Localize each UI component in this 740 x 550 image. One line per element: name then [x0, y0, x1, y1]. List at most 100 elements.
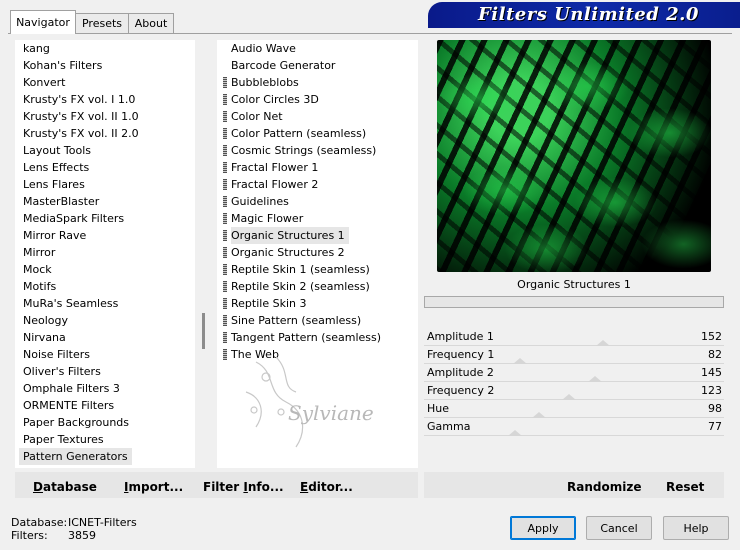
category-item[interactable]: Paper Backgrounds	[19, 414, 129, 431]
filter-item[interactable]: Bubbleblobs	[231, 74, 299, 91]
category-item[interactable]: Lens Flares	[19, 176, 85, 193]
tab-label: Presets	[81, 17, 123, 30]
category-item[interactable]: kang	[19, 40, 50, 57]
category-item[interactable]: Layout Tools	[19, 142, 91, 159]
category-item[interactable]: Krusty's FX vol. II 1.0	[19, 108, 139, 125]
category-item[interactable]: MasterBlaster	[19, 193, 99, 210]
filter-item[interactable]: Reptile Skin 1 (seamless)	[231, 261, 370, 278]
param-value: 77	[708, 420, 722, 433]
filter-info-button[interactable]: Filter Info...	[203, 478, 284, 496]
param-slider[interactable]: Amplitude 1 152	[424, 329, 724, 347]
param-label: Amplitude 1	[427, 330, 494, 343]
filter-preview-image	[437, 40, 711, 272]
category-item[interactable]: Krusty's FX vol. II 2.0	[19, 125, 139, 142]
database-button[interactable]: Database	[33, 478, 97, 496]
param-label: Frequency 1	[427, 348, 495, 361]
category-item[interactable]: Mock	[19, 261, 52, 278]
param-value: 145	[701, 366, 722, 379]
filter-item[interactable]: Magic Flower	[231, 210, 303, 227]
param-slider[interactable]: Hue 98	[424, 401, 724, 419]
filter-item[interactable]: Cosmic Strings (seamless)	[231, 142, 376, 159]
param-thumb[interactable]	[513, 358, 527, 364]
param-thumb[interactable]	[532, 412, 546, 418]
filter-item[interactable]: Barcode Generator	[231, 57, 335, 74]
category-item[interactable]: Mirror	[19, 244, 55, 261]
param-thumb[interactable]	[562, 394, 576, 400]
watermark-text: Sylviane	[288, 401, 374, 425]
category-item[interactable]: Krusty's FX vol. I 1.0	[19, 91, 135, 108]
filter-item[interactable]: Color Net	[231, 108, 283, 125]
category-scroll-thumb[interactable]	[202, 313, 205, 349]
category-item[interactable]: Mirror Rave	[19, 227, 86, 244]
database-label: Database:	[11, 516, 68, 529]
reset-button[interactable]: Reset	[666, 478, 704, 496]
tab-navigator[interactable]: Navigator	[10, 10, 76, 34]
filter-item[interactable]: Organic Structures 1	[231, 227, 349, 244]
progress-bar	[424, 296, 724, 308]
filter-item[interactable]: Fractal Flower 2	[231, 176, 318, 193]
param-slider[interactable]: Amplitude 2 145	[424, 365, 724, 383]
param-slider[interactable]: Frequency 1 82	[424, 347, 724, 365]
param-track[interactable]	[424, 363, 724, 364]
filter-item[interactable]: Guidelines	[231, 193, 289, 210]
banner-title: Filters Unlimited 2.0	[478, 4, 699, 25]
tab-strip-border	[8, 33, 732, 34]
category-item[interactable]: Omphale Filters 3	[19, 380, 120, 397]
category-item[interactable]: Nirvana	[19, 329, 66, 346]
category-item[interactable]: Motifs	[19, 278, 56, 295]
param-track[interactable]	[424, 417, 724, 418]
category-item[interactable]: MediaSpark Filters	[19, 210, 124, 227]
filter-item[interactable]: Color Pattern (seamless)	[231, 125, 366, 142]
category-item[interactable]: Lens Effects	[19, 159, 89, 176]
filter-marker-icon	[223, 298, 227, 309]
filter-marker-icon	[223, 315, 227, 326]
param-thumb[interactable]	[508, 430, 522, 436]
param-thumb[interactable]	[596, 340, 610, 346]
param-label: Frequency 2	[427, 384, 495, 397]
category-item[interactable]: MuRa's Seamless	[19, 295, 118, 312]
param-track[interactable]	[424, 435, 724, 436]
filter-item[interactable]: Sine Pattern (seamless)	[231, 312, 361, 329]
import-button[interactable]: Import...	[124, 478, 183, 496]
category-item[interactable]: ORMENTE Filters	[19, 397, 114, 414]
editor-button[interactable]: Editor...	[300, 478, 353, 496]
param-slider[interactable]: Frequency 2 123	[424, 383, 724, 401]
filter-item[interactable]: Reptile Skin 3	[231, 295, 306, 312]
param-value: 98	[708, 402, 722, 415]
apply-button[interactable]: Apply	[510, 516, 576, 540]
param-label: Amplitude 2	[427, 366, 494, 379]
category-item[interactable]: Oliver's Filters	[19, 363, 101, 380]
filter-item[interactable]: Organic Structures 2	[231, 244, 345, 261]
filters-label: Filters:	[11, 529, 48, 542]
param-value: 82	[708, 348, 722, 361]
randomize-button[interactable]: Randomize	[567, 478, 641, 496]
category-item[interactable]: Konvert	[19, 74, 65, 91]
filter-marker-icon	[223, 264, 227, 275]
category-item[interactable]: Neology	[19, 312, 68, 329]
filter-item[interactable]: Color Circles 3D	[231, 91, 319, 108]
filter-marker-icon	[223, 281, 227, 292]
filter-marker-icon	[223, 213, 227, 224]
filter-item[interactable]: Tangent Pattern (seamless)	[231, 329, 381, 346]
filter-item[interactable]: Fractal Flower 1	[231, 159, 318, 176]
filter-item[interactable]: Audio Wave	[231, 40, 296, 57]
tab-about[interactable]: About	[128, 13, 174, 34]
category-item[interactable]: Paper Textures	[19, 431, 104, 448]
category-item[interactable]: Pattern Generators	[19, 448, 132, 465]
filter-marker-icon	[223, 111, 227, 122]
tab-label: About	[134, 17, 168, 30]
param-slider[interactable]: Gamma 77	[424, 419, 724, 437]
param-track[interactable]	[424, 345, 724, 346]
help-button[interactable]: Help	[663, 516, 729, 540]
param-thumb[interactable]	[588, 376, 602, 382]
filter-marker-icon	[223, 145, 227, 156]
category-item[interactable]: Noise Filters	[19, 346, 90, 363]
category-item[interactable]: Kohan's Filters	[19, 57, 102, 74]
filter-item[interactable]: Reptile Skin 2 (seamless)	[231, 278, 370, 295]
tab-presets[interactable]: Presets	[74, 13, 130, 34]
filter-marker-icon	[223, 179, 227, 190]
cancel-button[interactable]: Cancel	[586, 516, 652, 540]
param-track[interactable]	[424, 381, 724, 382]
category-scrollbar[interactable]	[196, 40, 210, 468]
filter-marker-icon	[223, 196, 227, 207]
